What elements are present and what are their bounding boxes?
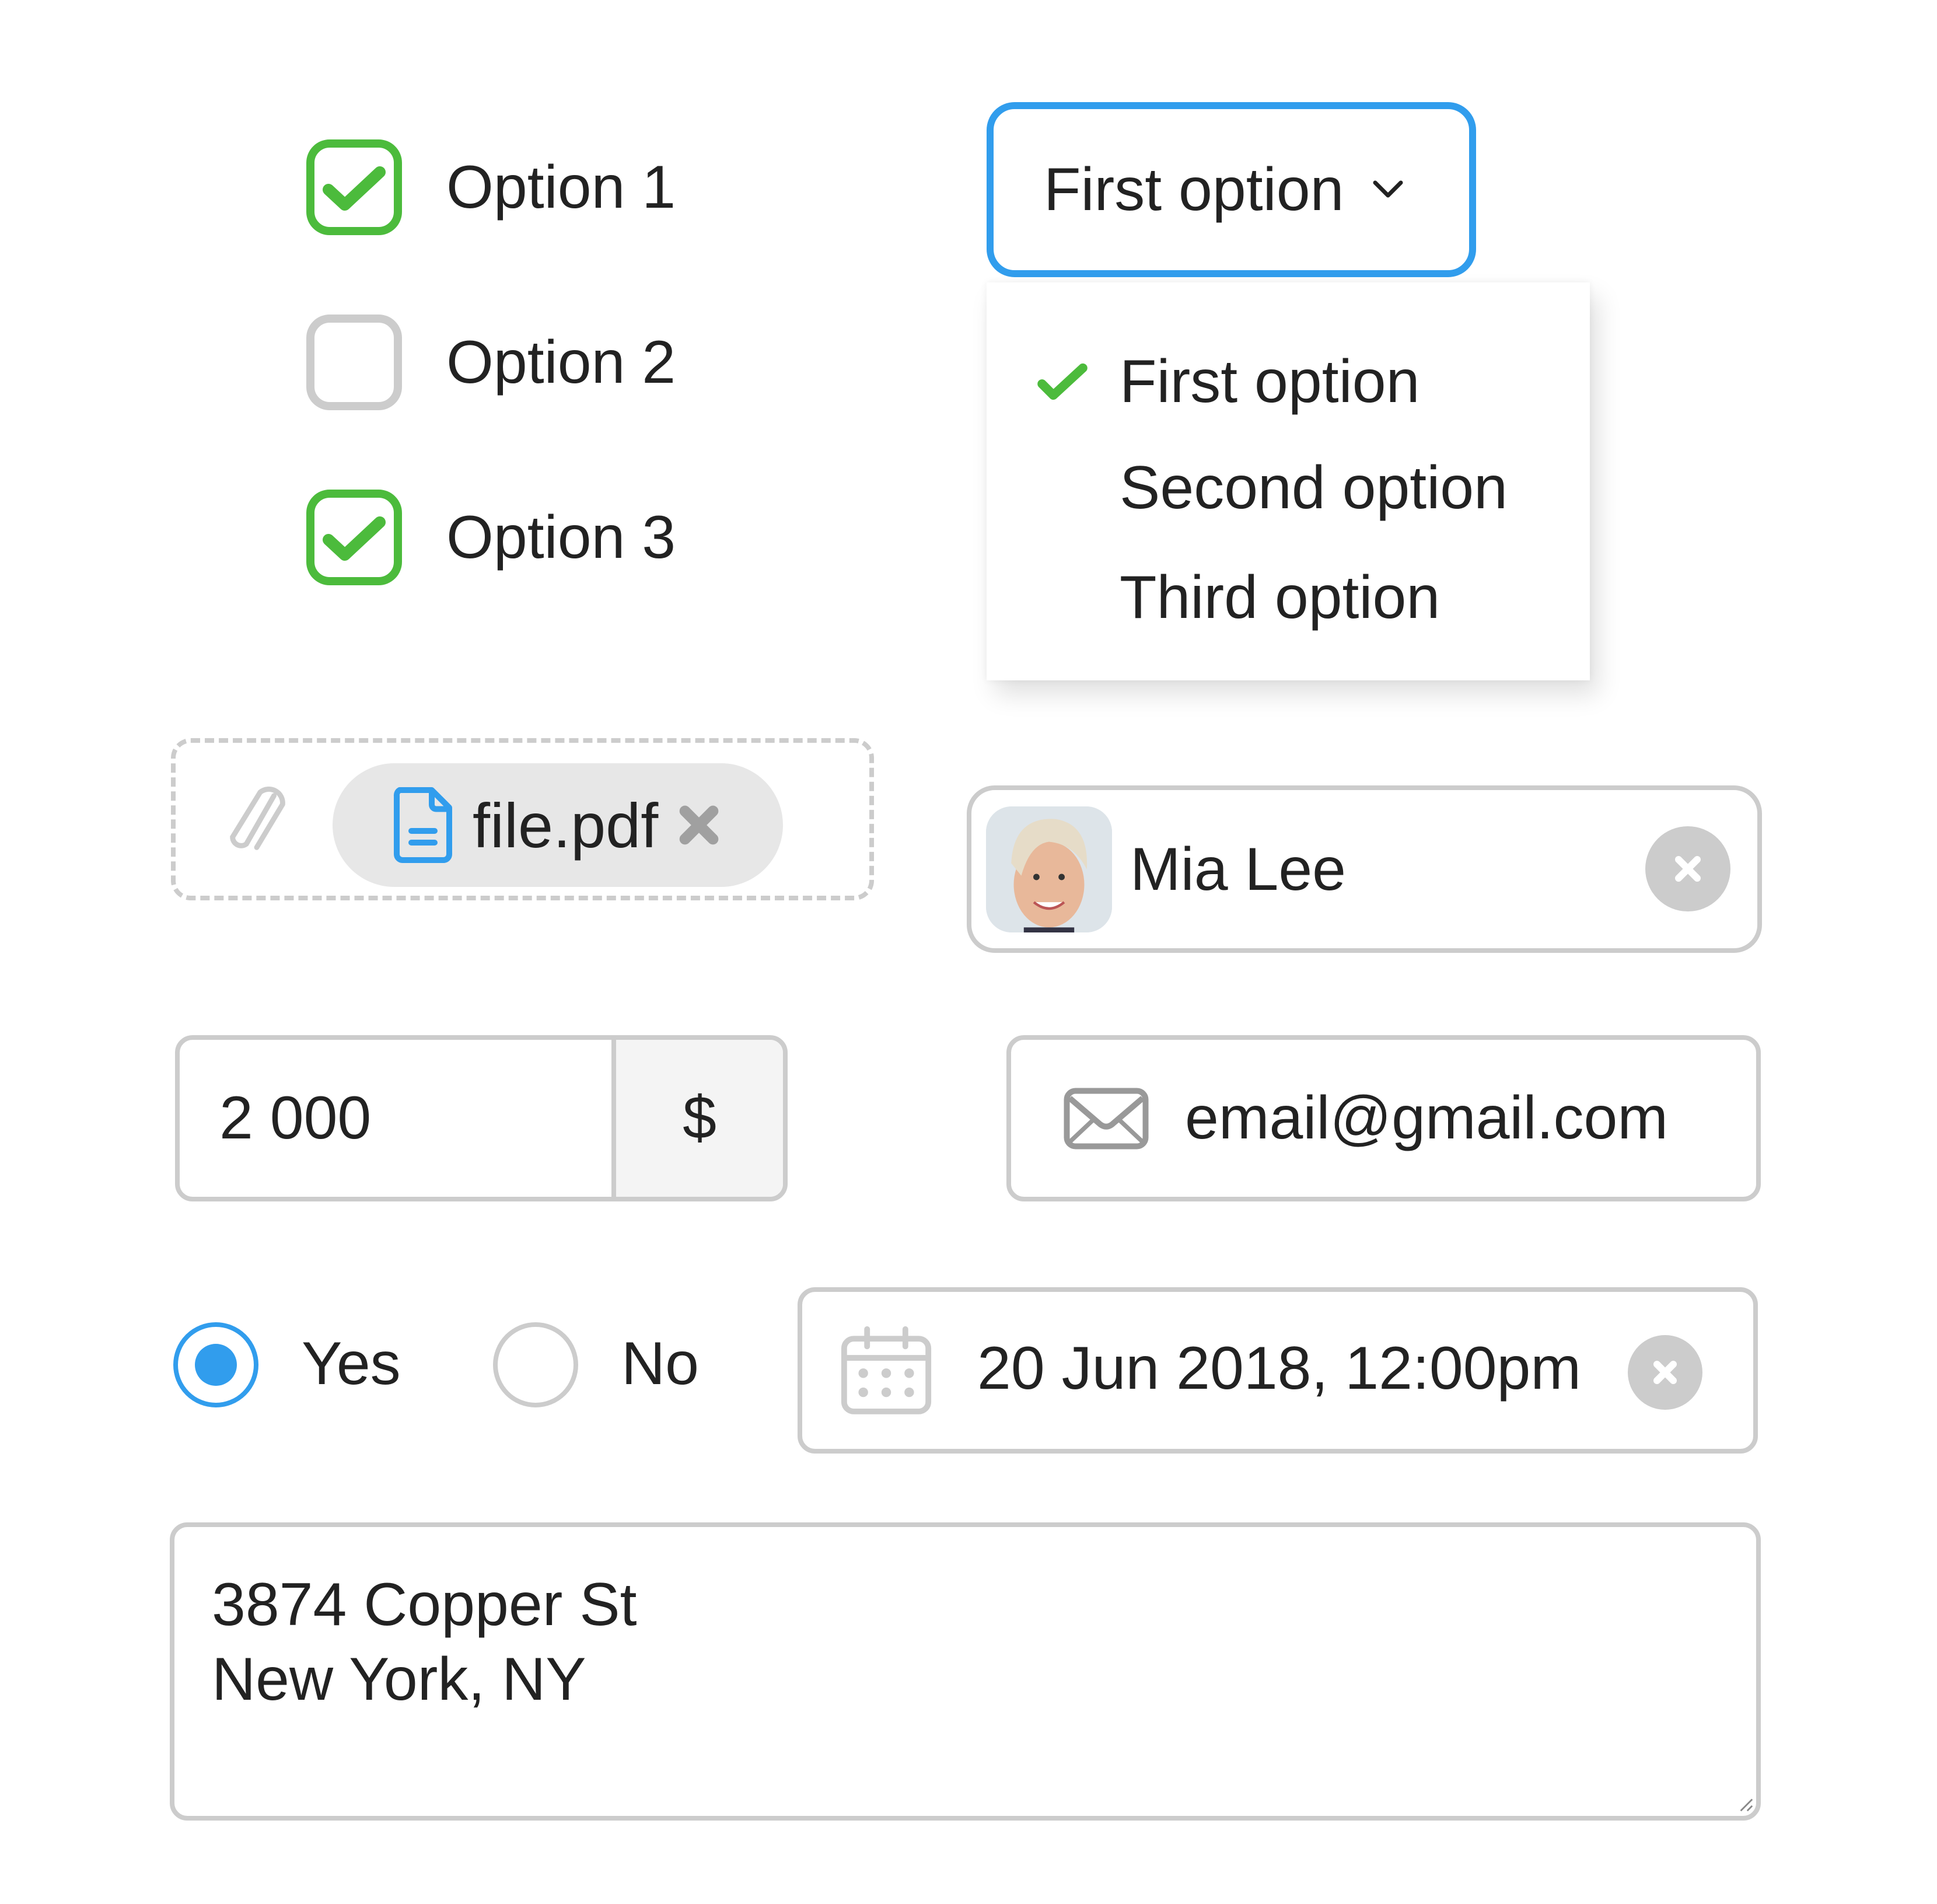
avatar xyxy=(986,806,1112,932)
amount-input-group: 2 000 $ xyxy=(175,1035,788,1201)
amount-input[interactable]: 2 000 xyxy=(180,1040,611,1197)
option-label: Second option xyxy=(1120,453,1508,522)
checkbox-label: Option 1 xyxy=(446,153,676,221)
radio-no[interactable] xyxy=(493,1322,578,1407)
radio-label-no: No xyxy=(621,1330,699,1398)
address-line-1: 3874 Copper St xyxy=(212,1571,637,1639)
radio-yes[interactable] xyxy=(173,1322,258,1407)
close-icon[interactable] xyxy=(676,802,722,848)
email-field[interactable]: email@gmail.com xyxy=(1006,1035,1761,1201)
currency-addon: $ xyxy=(611,1040,783,1197)
checkbox-label: Option 3 xyxy=(446,503,676,571)
close-circle-icon xyxy=(1675,856,1701,882)
chevron-down-icon xyxy=(1373,180,1403,198)
calendar-icon[interactable] xyxy=(838,1323,934,1419)
checkbox-label: Option 2 xyxy=(446,328,676,396)
file-name: file.pdf xyxy=(473,789,659,861)
radio-label-yes: Yes xyxy=(302,1330,401,1398)
checkmark-icon xyxy=(1037,363,1088,400)
option-label: Third option xyxy=(1120,563,1440,631)
checkmark-icon xyxy=(323,166,386,211)
datetime-value: 20 Jun 2018, 12:00pm xyxy=(977,1334,1582,1402)
select-dropdown[interactable]: First option xyxy=(987,102,1476,277)
envelope-icon xyxy=(1064,1088,1149,1149)
clear-person-button[interactable] xyxy=(1645,826,1730,911)
checkbox-option-2[interactable]: Option 2 xyxy=(306,308,676,417)
clear-date-button[interactable] xyxy=(1628,1335,1702,1410)
dropdown-option-first[interactable]: First option xyxy=(987,329,1590,434)
dropdown-menu: First option Second option Third option xyxy=(987,282,1590,680)
email-value: email@gmail.com xyxy=(1185,1084,1668,1152)
document-icon xyxy=(393,787,452,863)
select-value: First option xyxy=(1044,155,1344,223)
paperclip-icon[interactable] xyxy=(222,782,292,858)
dropdown-option-second[interactable]: Second option xyxy=(987,435,1590,540)
checkbox-box[interactable] xyxy=(306,139,402,235)
checkbox-option-1[interactable]: Option 1 xyxy=(306,132,676,242)
option-label: First option xyxy=(1120,347,1420,415)
avatar-photo xyxy=(986,806,1112,932)
checkbox-option-3[interactable]: Option 3 xyxy=(306,483,676,592)
checkbox-box[interactable] xyxy=(306,315,402,410)
file-chip: file.pdf xyxy=(333,763,783,887)
address-line-2: New York, NY xyxy=(212,1646,586,1713)
close-circle-icon xyxy=(1653,1361,1677,1384)
resize-handle-icon[interactable] xyxy=(1737,1796,1754,1812)
dropdown-option-third[interactable]: Third option xyxy=(987,545,1590,650)
checkbox-box[interactable] xyxy=(306,490,402,585)
person-name: Mia Lee xyxy=(1130,836,1346,903)
checkmark-icon xyxy=(323,516,386,561)
